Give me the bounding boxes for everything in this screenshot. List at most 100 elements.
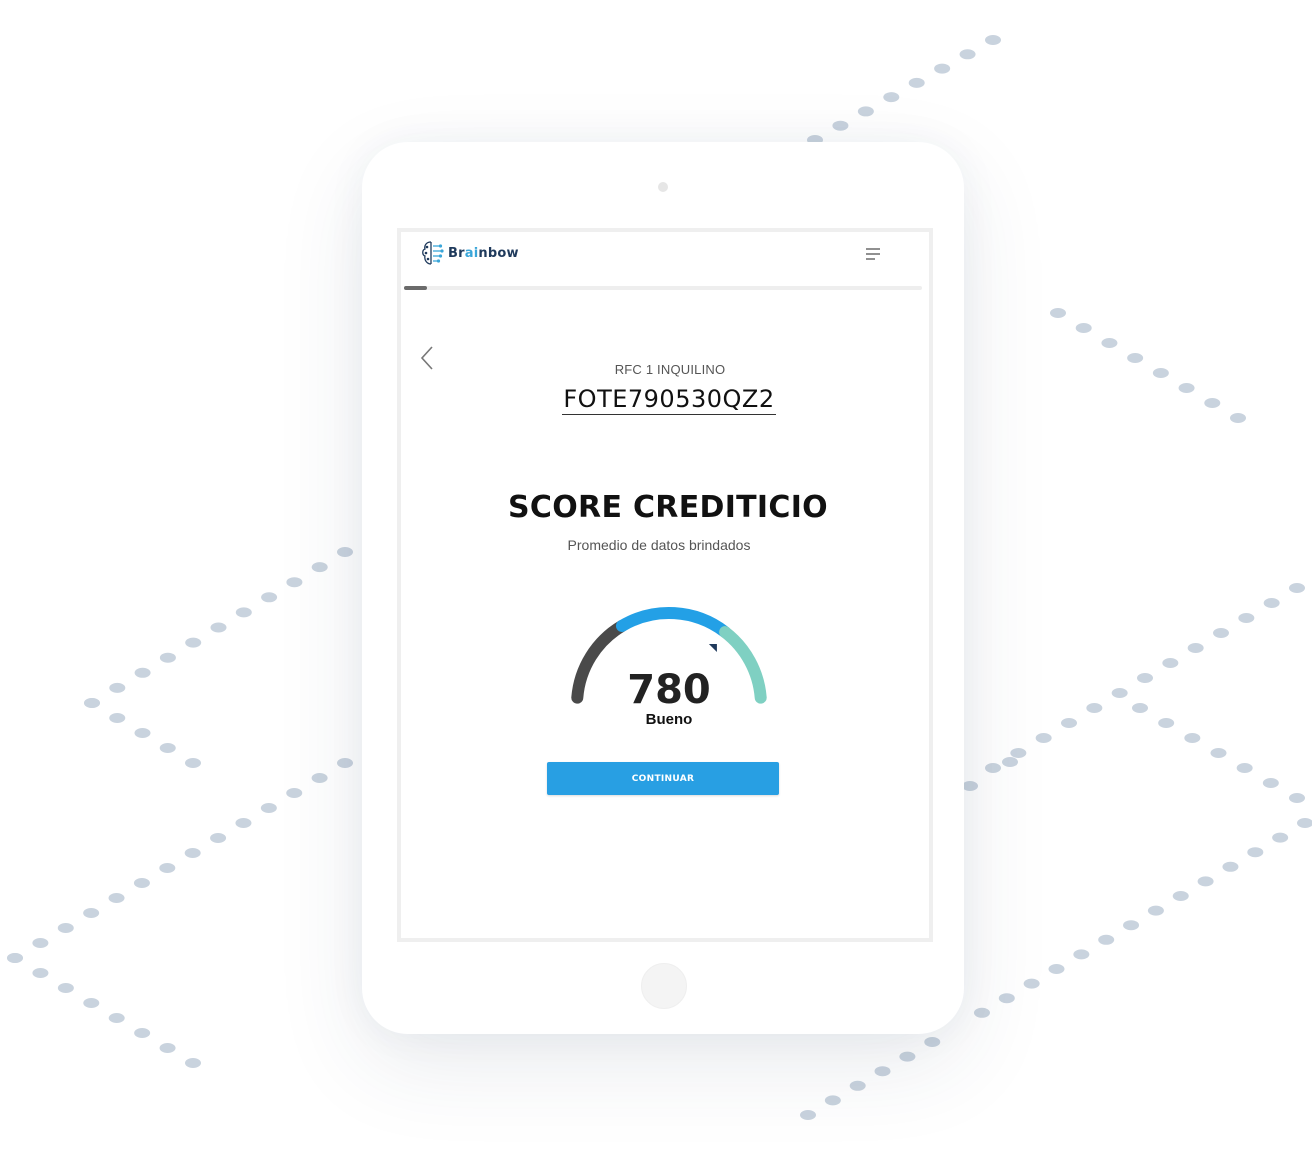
background-dot	[261, 592, 278, 603]
background-dot	[1289, 583, 1305, 593]
background-dot	[1010, 748, 1027, 758]
gauge-segment-3	[719, 626, 767, 704]
background-dot	[1123, 920, 1140, 931]
background-dot	[286, 788, 303, 798]
background-dot	[1137, 673, 1153, 683]
background-dot	[1236, 763, 1253, 773]
background-dot	[874, 1066, 891, 1077]
background-dot	[1147, 905, 1164, 916]
background-dot	[159, 1043, 176, 1053]
background-dot	[311, 773, 328, 783]
background-dot	[235, 818, 252, 828]
background-dot	[109, 682, 126, 693]
background-dot	[985, 763, 1001, 773]
background-dot	[32, 968, 49, 978]
background-dot	[84, 698, 100, 708]
background-dot	[962, 781, 978, 791]
background-dot	[1048, 964, 1065, 974]
background-dot	[1297, 818, 1312, 828]
background-dot	[57, 923, 74, 933]
tablet-camera	[658, 182, 668, 192]
background-dot	[1132, 703, 1148, 713]
background-dot	[934, 63, 951, 74]
background-dot	[1187, 643, 1204, 653]
hamburger-menu-icon[interactable]	[865, 247, 881, 261]
background-dot	[109, 713, 126, 723]
background-dot	[286, 577, 303, 588]
score-title: SCORE CREDITICIO	[508, 490, 828, 525]
background-dot	[924, 1037, 941, 1047]
background-dot	[185, 637, 202, 648]
background-dot	[1075, 323, 1092, 333]
background-dot	[832, 120, 849, 131]
background-dot	[134, 667, 151, 678]
background-dot	[857, 106, 874, 117]
score-value: 780	[627, 667, 711, 713]
app-screen	[397, 228, 933, 942]
background-dot	[337, 758, 353, 768]
background-dot	[1184, 733, 1201, 743]
background-dot	[134, 728, 151, 738]
brain-circuit-logo-icon	[422, 241, 444, 265]
background-dot	[849, 1080, 866, 1091]
background-dot	[83, 908, 100, 918]
background-dot	[1178, 383, 1195, 393]
background-dot	[973, 1007, 990, 1018]
background-dot	[1002, 757, 1018, 767]
background-dot	[1073, 949, 1090, 960]
background-dot	[1158, 718, 1175, 728]
background-dot	[1101, 338, 1118, 348]
background-dot	[210, 622, 227, 633]
background-dot	[908, 77, 925, 88]
rfc-input[interactable]	[562, 384, 776, 415]
background-dot	[1210, 748, 1227, 758]
background-dot	[210, 833, 227, 843]
background-dot	[1172, 891, 1189, 901]
brand-name: Brainbow	[448, 245, 519, 261]
background-dot	[883, 92, 900, 103]
background-dot	[1111, 688, 1128, 698]
background-dot	[133, 878, 150, 888]
background-dot	[1152, 368, 1169, 378]
background-dot	[260, 803, 277, 813]
background-dot	[1222, 861, 1239, 872]
background-dot	[1272, 832, 1289, 843]
background-dot	[32, 938, 49, 948]
background-dot	[985, 35, 1001, 45]
background-dot	[159, 863, 176, 873]
background-dot	[185, 1058, 201, 1068]
background-dot	[1262, 778, 1279, 788]
brand-logo[interactable]: Brainbow	[420, 240, 519, 266]
background-dot	[1197, 876, 1214, 887]
background-dot	[1098, 934, 1115, 945]
rfc-label: RFC 1 INQUILINO	[614, 362, 726, 377]
background-dot	[998, 993, 1015, 1004]
background-dot	[1230, 413, 1246, 423]
gauge-segment-2	[615, 607, 732, 639]
background-dot	[185, 758, 201, 768]
background-dot	[311, 562, 328, 573]
continue-button[interactable]: CONTINUAR	[547, 762, 779, 795]
background-dot	[1127, 353, 1144, 363]
gauge-pointer-icon	[708, 643, 717, 652]
background-dot	[1086, 703, 1103, 713]
chevron-left-icon[interactable]	[418, 345, 436, 371]
progress-bar	[404, 286, 922, 290]
background-dot	[1247, 847, 1264, 858]
background-dot	[108, 1013, 125, 1023]
background-dot	[1023, 978, 1040, 989]
background-dot	[800, 1110, 816, 1120]
background-dot	[134, 1028, 151, 1038]
background-dot	[337, 547, 353, 557]
background-dot	[57, 983, 74, 993]
background-dot	[159, 652, 176, 663]
background-dot	[1289, 793, 1305, 803]
background-dot	[184, 848, 201, 858]
background-dot	[108, 893, 125, 903]
progress-bar-fill	[404, 286, 428, 290]
background-dot	[1061, 718, 1077, 728]
background-dot	[235, 607, 252, 618]
background-dot	[83, 998, 100, 1008]
tablet-home-button	[641, 963, 687, 1009]
score-rating-label: Bueno	[645, 711, 693, 728]
